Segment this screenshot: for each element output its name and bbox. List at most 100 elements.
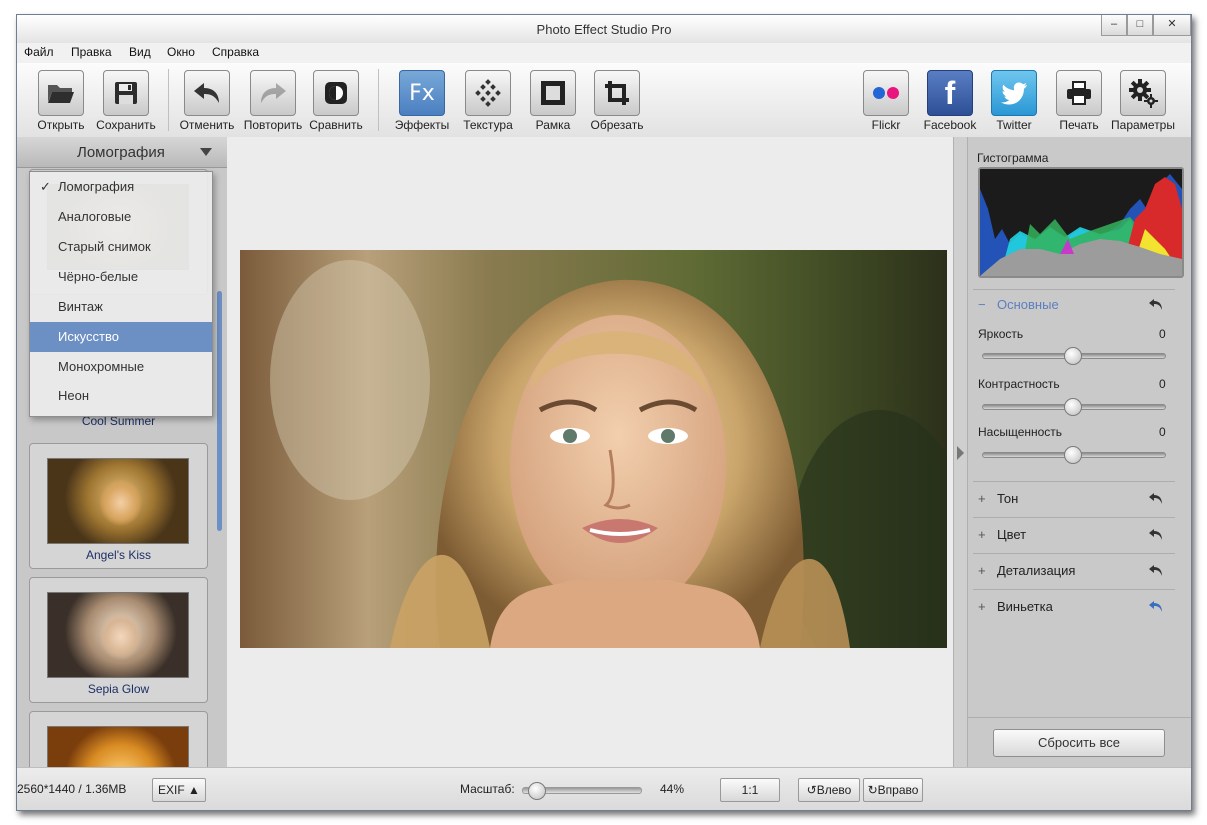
saturation-value: 0 <box>1159 425 1166 439</box>
zoom-value: 44% <box>660 782 685 796</box>
reset-all-button[interactable]: Сбросить все <box>993 729 1165 757</box>
reset-section-icon[interactable] <box>1148 527 1164 543</box>
dropdown-item[interactable]: Чёрно-белые <box>30 262 212 292</box>
menu-file[interactable]: Файл <box>24 45 54 59</box>
folder-icon <box>48 85 74 103</box>
effect-label: Angel's Kiss <box>86 548 151 562</box>
effect-card-angels-kiss[interactable]: Angel's Kiss <box>29 443 208 569</box>
dropdown-item-label: Ломография <box>58 179 135 194</box>
expand-icon[interactable]: + <box>978 563 986 578</box>
menu-help[interactable]: Справка <box>212 45 259 59</box>
effect-thumbnail <box>47 726 189 767</box>
redo-arrow-icon <box>261 83 286 103</box>
effect-card-sepia-glow[interactable]: Sepia Glow <box>29 577 208 703</box>
contrast-slider-handle[interactable] <box>1064 398 1082 416</box>
rotate-left-icon: ↺ <box>806 783 817 797</box>
close-button[interactable]: ✕ <box>1153 15 1191 36</box>
zoom-slider[interactable] <box>522 782 642 800</box>
settings-button[interactable]: Параметры <box>1107 68 1179 136</box>
category-selector[interactable]: Ломография <box>17 137 227 168</box>
effect-thumbnail <box>47 458 189 544</box>
check-icon: ✓ <box>40 179 51 194</box>
section-color-title[interactable]: Цвет <box>997 527 1026 542</box>
contrast-value: 0 <box>1159 377 1166 391</box>
dropdown-item[interactable]: Монохромные <box>30 352 212 382</box>
histogram-graph <box>980 169 1182 276</box>
chevron-down-icon <box>200 148 212 156</box>
dropdown-item[interactable]: Аналоговые <box>30 202 212 232</box>
expand-icon[interactable]: + <box>978 599 986 614</box>
saturation-label: Насыщенность <box>978 425 1063 439</box>
crop-label: Обрезать <box>590 118 644 132</box>
effect-label: Sepia Glow <box>87 682 150 696</box>
divider <box>973 517 1175 518</box>
facebook-icon: f <box>944 74 956 111</box>
menu-view[interactable]: Вид <box>129 45 151 59</box>
collapse-icon[interactable]: − <box>978 297 986 312</box>
crop-button[interactable]: Обрезать <box>581 68 653 136</box>
category-dropdown: ✓ Ломография Аналоговые Старый снимок Чё… <box>29 171 213 417</box>
brightness-value: 0 <box>1159 327 1166 341</box>
histogram <box>978 167 1184 278</box>
zoom-label: Масштаб: <box>460 782 515 796</box>
compare-button[interactable]: Сравнить <box>300 68 372 136</box>
save-label: Сохранить <box>96 118 156 132</box>
settings-gear-icon <box>1129 79 1158 108</box>
expand-icon[interactable]: + <box>978 491 986 506</box>
effects-scrollbar[interactable] <box>217 291 222 531</box>
window-title: Photo Effect Studio Pro <box>536 22 672 37</box>
reset-section-icon[interactable] <box>1148 491 1164 507</box>
effect-card[interactable] <box>29 711 208 767</box>
saturation-slider-handle[interactable] <box>1064 446 1082 464</box>
section-vignette-title[interactable]: Виньетка <box>997 599 1053 614</box>
rotate-left-button[interactable]: ↺Влево <box>798 778 860 802</box>
menu-edit[interactable]: Правка <box>71 45 112 59</box>
image-info: 2560*1440 / 1.36MB <box>17 782 127 796</box>
settings-label: Параметры <box>1111 118 1175 132</box>
printer-icon <box>1067 81 1091 105</box>
dropdown-item[interactable]: Винтаж <box>30 292 212 322</box>
zoom-slider-handle[interactable] <box>528 782 546 800</box>
effects-panel: Ломография Cool Summer Angel's Kiss Sepi… <box>17 137 228 767</box>
section-detail-title[interactable]: Детализация <box>997 563 1075 578</box>
rotate-right-label: Вправо <box>877 783 919 797</box>
menu-bar: Файл Правка Вид Окно Справка <box>17 43 1191 63</box>
dropdown-item[interactable]: ✓ Ломография <box>30 172 212 202</box>
rotate-right-icon: ↻ <box>867 783 878 797</box>
compare-icon <box>325 82 347 104</box>
toolbar: Открыть Сохранить Отменить Повторить Сра… <box>17 63 1191 138</box>
frame-icon <box>541 81 565 105</box>
dropdown-item-selected[interactable]: Искусство <box>30 322 212 352</box>
twitter-icon <box>1001 82 1027 105</box>
save-button[interactable]: Сохранить <box>90 68 162 136</box>
app-window: Photo Effect Studio Pro – □ ✕ Файл Правк… <box>16 14 1192 811</box>
reset-section-icon[interactable] <box>1148 297 1164 313</box>
expand-icon[interactable]: + <box>978 527 986 542</box>
undo-arrow-icon <box>194 83 219 103</box>
dropdown-item[interactable]: Старый снимок <box>30 232 212 262</box>
compare-label: Сравнить <box>309 118 363 132</box>
title-bar: Photo Effect Studio Pro – □ ✕ <box>17 15 1191 43</box>
dropdown-item[interactable]: Неон <box>30 381 212 411</box>
adjustments-panel: Гистограмма − Основные Яркость 0 Контрас… <box>968 137 1191 767</box>
rotate-right-button[interactable]: ↻Вправо <box>863 778 923 802</box>
divider <box>973 553 1175 554</box>
panel-splitter[interactable] <box>953 137 968 767</box>
floppy-icon <box>115 82 137 104</box>
minimize-button[interactable]: – <box>1101 15 1127 36</box>
actual-size-button[interactable]: 1:1 <box>720 778 780 802</box>
section-tone-title[interactable]: Тон <box>997 491 1018 506</box>
divider <box>973 589 1175 590</box>
maximize-button[interactable]: □ <box>1127 15 1153 36</box>
reset-section-icon[interactable] <box>1148 563 1164 579</box>
brightness-label: Яркость <box>978 327 1024 341</box>
section-basic-title[interactable]: Основные <box>997 297 1059 312</box>
reset-section-icon[interactable] <box>1148 599 1164 615</box>
histogram-label: Гистограмма <box>977 151 1049 165</box>
image-canvas[interactable] <box>227 137 953 767</box>
menu-window[interactable]: Окно <box>167 45 195 59</box>
exif-button[interactable]: EXIF ▲ <box>152 778 206 802</box>
brightness-slider-handle[interactable] <box>1064 347 1082 365</box>
category-label: Ломография <box>77 144 165 161</box>
divider <box>973 481 1175 482</box>
